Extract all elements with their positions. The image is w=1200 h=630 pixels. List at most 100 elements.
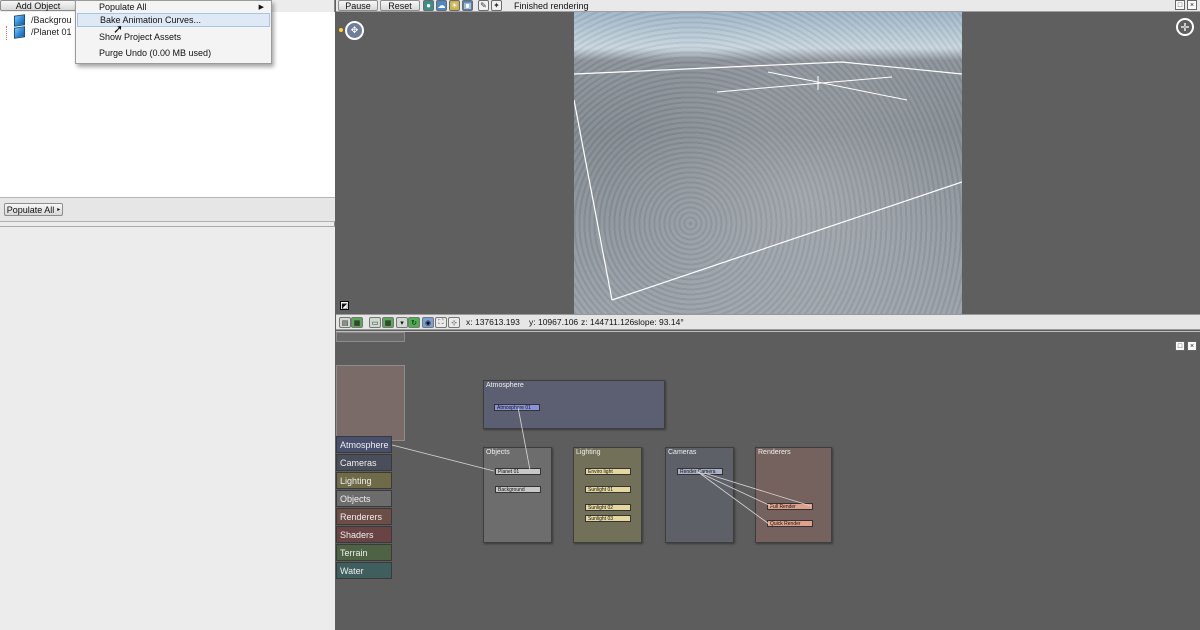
category-shaders[interactable]: Shaders <box>336 526 392 543</box>
tree-item-label: /Planet 01 <box>31 27 72 37</box>
group-cameras[interactable]: Cameras Render Camera <box>665 447 734 543</box>
node-planet-01[interactable]: Planet 01 <box>495 468 541 475</box>
node-render-camera[interactable]: Render Camera <box>677 468 723 475</box>
category-label: Atmosphere <box>340 439 389 450</box>
mouse-cursor-icon: ➚ <box>113 22 124 36</box>
eye-icon[interactable]: ◉ <box>422 317 434 328</box>
add-object-button[interactable]: Add Object <box>0 0 76 11</box>
dropdown-arrow-icon: ▸ <box>57 207 61 213</box>
populate-bar: Populate All ▸ <box>0 198 335 222</box>
group-title: Atmosphere <box>486 382 524 389</box>
coordinate-bar: ▤ ▦ ▭ ▦ ▾ ↻ ◉ ⛶ ⊹ x: 137613.193 y: 10967… <box>336 314 1200 330</box>
node-label: Planet 01 <box>498 468 520 475</box>
reset-label: Reset <box>388 0 412 11</box>
node-label: Quick Render <box>770 520 801 527</box>
sphere-icon[interactable]: ● <box>423 0 434 11</box>
lamp-icon[interactable]: ✦ <box>491 0 502 11</box>
node-label: Sunlight 02 <box>588 504 614 511</box>
category-label: Lighting <box>340 475 372 486</box>
view-menu-icon[interactable]: ▤ <box>339 317 351 328</box>
add-object-menu: Populate All ▶ Bake Animation Curves... … <box>75 0 272 64</box>
tree-connector <box>6 26 7 40</box>
x-coordinate: x: 137613.193 <box>466 317 520 327</box>
category-label: Water <box>340 565 364 576</box>
group-lighting[interactable]: Lighting Enviro light Sunlight 01 Sunlig… <box>573 447 642 543</box>
close-icon[interactable]: × <box>1187 0 1197 10</box>
menu-item-label: Populate All <box>99 2 147 12</box>
populate-all-button[interactable]: Populate All ▸ <box>4 203 63 216</box>
navigate-icon[interactable]: ✥ <box>345 21 364 40</box>
group-title: Cameras <box>668 449 697 456</box>
preview-swatch <box>336 365 405 441</box>
group-objects[interactable]: Objects Planet 01 Background <box>483 447 552 543</box>
node-label: Render Camera <box>680 468 716 475</box>
group-atmosphere[interactable]: Atmosphere Atmosphere 01 <box>483 380 665 429</box>
crop-icon[interactable]: ⊹ <box>448 317 460 328</box>
node-label: Enviro light <box>588 468 613 475</box>
category-label: Renderers <box>340 511 383 522</box>
group-title: Renderers <box>758 449 791 456</box>
node-label: Full Render <box>770 503 796 510</box>
node-enviro-light[interactable]: Enviro light <box>585 468 631 475</box>
node-label: Sunlight 01 <box>588 486 614 493</box>
zoom-fit-icon[interactable]: ⛶ <box>435 317 447 328</box>
dropdown-icon[interactable]: ▾ <box>396 317 408 328</box>
node-label: Atmosphere 01 <box>497 404 531 411</box>
category-atmosphere[interactable]: Atmosphere <box>336 436 392 453</box>
menu-item-populate-all[interactable]: Populate All ▶ <box>77 0 270 14</box>
camera-view-icon[interactable]: ▭ <box>369 317 381 328</box>
category-label: Cameras <box>340 457 377 468</box>
group-title: Lighting <box>576 449 601 456</box>
node-label: Background <box>498 486 525 493</box>
node-network-editor[interactable]: □ × Atmosphere Cameras Lighting Objects … <box>336 331 1200 630</box>
menu-item-bake-animation-curves[interactable]: Bake Animation Curves... <box>77 13 270 27</box>
cloud-icon[interactable]: ☁ <box>436 0 447 11</box>
refresh-icon[interactable]: ↻ <box>408 317 420 328</box>
tree-item-planet[interactable]: /Planet 01 <box>14 25 72 39</box>
render-toolbar: Pause Reset ● ☁ ☀ ▣ ✎ ✦ Finished renderi… <box>336 0 1200 12</box>
close-icon[interactable]: × <box>1187 341 1197 351</box>
node-sunlight-03[interactable]: Sunlight 03 <box>585 515 631 522</box>
category-objects[interactable]: Objects <box>336 490 392 507</box>
brush-icon[interactable]: ✎ <box>478 0 489 11</box>
node-full-render[interactable]: Full Render <box>767 503 813 510</box>
category-terrain[interactable]: Terrain <box>336 544 392 561</box>
render-preview-icon[interactable]: ▦ <box>382 317 394 328</box>
pause-button[interactable]: Pause <box>338 0 378 11</box>
reset-button[interactable]: Reset <box>380 0 420 11</box>
group-renderers[interactable]: Renderers Full Render Quick Render <box>755 447 832 543</box>
y-coordinate: y: 10967.106 <box>529 317 579 327</box>
node-background[interactable]: Background <box>495 486 541 493</box>
lower-left-panel <box>0 226 335 630</box>
viewport-mode-icon[interactable]: ◩ <box>340 301 349 310</box>
render-status: Finished rendering <box>514 0 589 11</box>
node-sunlight-01[interactable]: Sunlight 01 <box>585 486 631 493</box>
camera-frustum-overlay <box>574 61 962 301</box>
rendered-terrain-image <box>574 12 962 314</box>
node-sunlight-02[interactable]: Sunlight 02 <box>585 504 631 511</box>
submenu-arrow-icon: ▶ <box>258 4 264 11</box>
category-cameras[interactable]: Cameras <box>336 454 392 471</box>
light-icon[interactable]: ☀ <box>449 0 460 11</box>
menu-item-label: Show Project Assets <box>99 32 182 42</box>
menu-item-label: Purge Undo (0.00 MB used) <box>99 48 212 58</box>
compass-icon[interactable]: ✛ <box>1176 18 1194 36</box>
node-quick-render[interactable]: Quick Render <box>767 520 813 527</box>
render-viewport[interactable]: ✥ ✛ ◩ <box>336 12 1200 314</box>
menu-item-purge-undo[interactable]: Purge Undo (0.00 MB used) <box>77 46 270 60</box>
category-label: Objects <box>340 493 371 504</box>
slope-readout: slope: 93.14° <box>634 317 684 327</box>
category-label: Shaders <box>340 529 374 540</box>
image-icon[interactable]: ▦ <box>351 317 363 328</box>
category-renderers[interactable]: Renderers <box>336 508 392 525</box>
node-atmosphere-01[interactable]: Atmosphere 01 <box>494 404 540 411</box>
category-lighting[interactable]: Lighting <box>336 472 392 489</box>
category-water[interactable]: Water <box>336 562 392 579</box>
maximize-icon[interactable]: □ <box>1175 341 1185 351</box>
maximize-icon[interactable]: □ <box>1175 0 1185 10</box>
node-label: Sunlight 03 <box>588 515 614 522</box>
menu-item-show-project-assets[interactable]: Show Project Assets <box>77 30 270 44</box>
camera-icon[interactable]: ▣ <box>462 0 473 11</box>
left-panel: Add Object /Backgrou /Planet 01 Populate… <box>0 0 335 630</box>
tree-item-background[interactable]: /Backgrou <box>14 13 72 27</box>
